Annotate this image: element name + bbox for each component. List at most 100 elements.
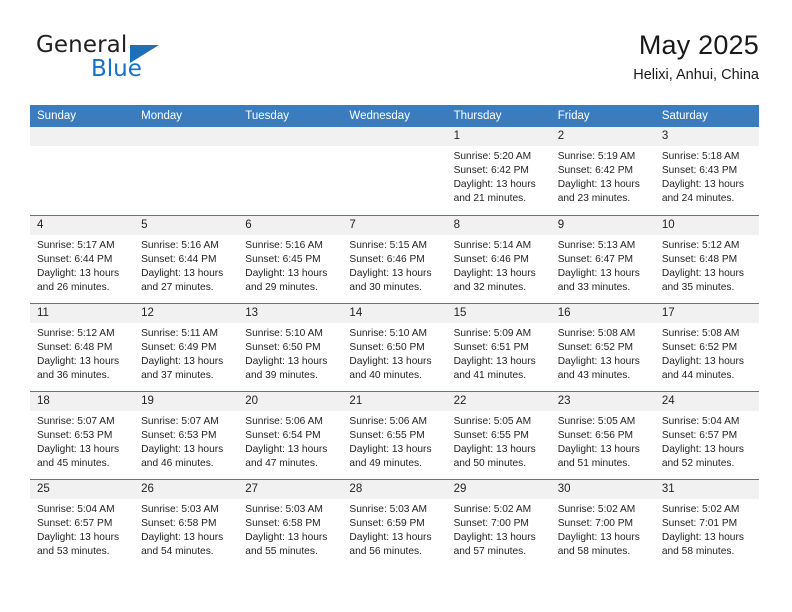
day-number: 2	[557, 130, 565, 142]
day-cell[interactable]: 5 Sunrise: 5:16 AM Sunset: 6:44 PM Daylight…	[134, 216, 239, 303]
daylight-duration-line2: and 32 minutes.	[453, 282, 527, 294]
sunrise-time: Sunrise: 5:02 AM	[453, 504, 532, 515]
day-cell[interactable]: 27 Sunrise: 5:03 AM Sunset: 6:58 PM Dayligh…	[238, 480, 343, 567]
day-cell[interactable]: 3 Sunrise: 5:18 AM Sunset: 6:43 PM Daylight…	[654, 127, 759, 215]
day-cell[interactable]: 21 Sunrise: 5:06 AM Sunset: 6:55 PM Dayligh…	[342, 392, 447, 479]
day-cell[interactable]: 11 Sunrise: 5:12 AM Sunset: 6:48 PM Dayligh…	[30, 304, 135, 391]
sunset-time: Sunset: 6:51 PM	[453, 342, 529, 354]
day-details: Sunrise: 5:03 AM Sunset: 6:59 PM Daylight:…	[342, 499, 446, 559]
daylight-duration-line2: and 36 minutes.	[37, 370, 110, 382]
weekday-header-sunday: Sunday	[37, 110, 77, 122]
day-cell[interactable]: 17 Sunrise: 5:08 AM Sunset: 6:52 PM Dayligh…	[654, 304, 759, 391]
day-cell[interactable]: 23 Sunrise: 5:05 AM Sunset: 6:56 PM Dayligh…	[550, 392, 655, 479]
day-number-band: 13	[238, 304, 343, 323]
day-cell[interactable]: 30 Sunrise: 5:02 AM Sunset: 7:00 PM Dayligh…	[550, 480, 655, 567]
sunset-time: Sunset: 6:58 PM	[141, 518, 217, 530]
day-number-band: 31	[654, 480, 759, 499]
daylight-duration-line1: Daylight: 13 hours	[661, 532, 744, 544]
day-number-band: 17	[654, 304, 759, 323]
brand-logo[interactable]: General Blue	[33, 32, 253, 92]
day-number-band: 19	[134, 392, 239, 411]
day-cell[interactable]: 15 Sunrise: 5:09 AM Sunset: 6:51 PM Dayligh…	[446, 304, 551, 391]
day-number: 25	[37, 483, 50, 495]
day-number: 12	[141, 307, 154, 319]
calendar-week-row: 25 Sunrise: 5:04 AM Sunset: 6:57 PM Dayligh…	[30, 479, 759, 567]
day-cell[interactable]: 9 Sunrise: 5:13 AM Sunset: 6:47 PM Daylight…	[550, 216, 655, 303]
day-details	[238, 146, 342, 150]
daylight-duration-line1: Daylight: 13 hours	[245, 356, 328, 368]
day-cell[interactable]: 31 Sunrise: 5:02 AM Sunset: 7:01 PM Dayligh…	[654, 480, 759, 567]
day-cell[interactable]: 22 Sunrise: 5:05 AM Sunset: 6:55 PM Dayligh…	[446, 392, 551, 479]
day-details: Sunrise: 5:05 AM Sunset: 6:55 PM Daylight:…	[447, 411, 551, 471]
day-cell[interactable]: 25 Sunrise: 5:04 AM Sunset: 6:57 PM Dayligh…	[30, 480, 135, 567]
daylight-duration-line1: Daylight: 13 hours	[141, 532, 224, 544]
daylight-duration-line2: and 41 minutes.	[453, 370, 527, 382]
sunrise-time: Sunrise: 5:17 AM	[37, 240, 115, 251]
day-number-band: 24	[654, 392, 759, 411]
day-number-band: 22	[446, 392, 551, 411]
sunrise-time: Sunrise: 5:02 AM	[661, 504, 740, 515]
day-details: Sunrise: 5:06 AM Sunset: 6:54 PM Daylight:…	[238, 411, 342, 471]
day-details	[30, 146, 134, 150]
sunrise-time: Sunrise: 5:07 AM	[141, 416, 219, 427]
day-details: Sunrise: 5:07 AM Sunset: 6:53 PM Daylight:…	[134, 411, 238, 471]
day-details: Sunrise: 5:03 AM Sunset: 6:58 PM Daylight:…	[134, 499, 238, 559]
day-cell[interactable]: 8 Sunrise: 5:14 AM Sunset: 6:46 PM Daylight…	[446, 216, 551, 303]
daylight-duration-line1: Daylight: 13 hours	[37, 532, 120, 544]
day-cell[interactable]: 26 Sunrise: 5:03 AM Sunset: 6:58 PM Dayligh…	[134, 480, 239, 567]
daylight-duration-line2: and 26 minutes.	[37, 282, 110, 294]
day-number: 20	[245, 395, 259, 407]
day-number: 11	[37, 307, 49, 319]
day-number-band: 1	[446, 127, 551, 146]
sunset-time: Sunset: 6:54 PM	[245, 430, 321, 442]
day-cell[interactable]: 20 Sunrise: 5:06 AM Sunset: 6:54 PM Dayligh…	[238, 392, 343, 479]
day-cell[interactable]: 18 Sunrise: 5:07 AM Sunset: 6:53 PM Dayligh…	[30, 392, 135, 479]
day-number: 6	[245, 219, 252, 231]
daylight-duration-line2: and 57 minutes.	[453, 546, 527, 558]
day-number-band: 23	[550, 392, 655, 411]
day-cell[interactable]: 2 Sunrise: 5:19 AM Sunset: 6:42 PM Daylight…	[550, 127, 655, 215]
day-number: 18	[37, 395, 50, 407]
sunrise-time: Sunrise: 5:12 AM	[661, 240, 740, 251]
day-details: Sunrise: 5:09 AM Sunset: 6:51 PM Daylight:…	[447, 323, 551, 383]
page-header: General Blue May 2025 Helixi, Anhui, Chi…	[33, 28, 759, 98]
day-number-band	[30, 127, 135, 146]
day-cell[interactable]: 14 Sunrise: 5:10 AM Sunset: 6:50 PM Dayligh…	[342, 304, 447, 391]
day-cell[interactable]: 6 Sunrise: 5:16 AM Sunset: 6:45 PM Daylight…	[238, 216, 343, 303]
sunrise-time: Sunrise: 5:11 AM	[141, 328, 218, 339]
day-cell[interactable]: 24 Sunrise: 5:04 AM Sunset: 6:57 PM Dayligh…	[654, 392, 759, 479]
day-number-band: 16	[550, 304, 655, 323]
day-cell[interactable]: 28 Sunrise: 5:03 AM Sunset: 6:59 PM Dayligh…	[342, 480, 447, 567]
daylight-duration-line1: Daylight: 13 hours	[557, 356, 640, 368]
sunrise-time: Sunrise: 5:05 AM	[557, 416, 636, 427]
day-cell[interactable]: 4 Sunrise: 5:17 AM Sunset: 6:44 PM Daylight…	[30, 216, 135, 303]
day-cell[interactable]: 13 Sunrise: 5:10 AM Sunset: 6:50 PM Dayligh…	[238, 304, 343, 391]
day-cell[interactable]: 16 Sunrise: 5:08 AM Sunset: 6:52 PM Dayligh…	[550, 304, 655, 391]
day-details: Sunrise: 5:15 AM Sunset: 6:46 PM Daylight:…	[342, 235, 446, 295]
day-number-band: 6	[238, 216, 343, 235]
daylight-duration-line1: Daylight: 13 hours	[661, 444, 744, 456]
sunset-time: Sunset: 6:42 PM	[453, 165, 529, 177]
sunset-time: Sunset: 6:59 PM	[349, 518, 425, 530]
day-number: 15	[453, 307, 467, 319]
day-cell[interactable]: 12 Sunrise: 5:11 AM Sunset: 6:49 PM Dayligh…	[134, 304, 239, 391]
daylight-duration-line2: and 56 minutes.	[349, 546, 422, 558]
weekday-header-saturday: Saturday	[661, 110, 708, 122]
day-number-band: 20	[238, 392, 343, 411]
weekday-header-tuesday: Tuesday	[245, 110, 289, 122]
calendar-weeks: 1 Sunrise: 5:20 AM Sunset: 6:42 PM Daylight…	[30, 127, 759, 567]
day-cell[interactable]: 7 Sunrise: 5:15 AM Sunset: 6:46 PM Daylight…	[342, 216, 447, 303]
sunrise-time: Sunrise: 5:19 AM	[557, 151, 636, 162]
daylight-duration-line2: and 58 minutes.	[661, 546, 735, 558]
sunrise-time: Sunrise: 5:12 AM	[37, 328, 115, 339]
sunrise-time: Sunrise: 5:20 AM	[453, 151, 532, 162]
day-cell[interactable]: 1 Sunrise: 5:20 AM Sunset: 6:42 PM Daylight…	[446, 127, 551, 215]
day-cell[interactable]: 10 Sunrise: 5:12 AM Sunset: 6:48 PM Dayligh…	[654, 216, 759, 303]
day-number-band: 12	[134, 304, 239, 323]
sunset-time: Sunset: 6:49 PM	[141, 342, 217, 354]
daylight-duration-line1: Daylight: 13 hours	[453, 268, 536, 280]
day-cell[interactable]: 29 Sunrise: 5:02 AM Sunset: 7:00 PM Dayligh…	[446, 480, 551, 567]
day-cell[interactable]: 19 Sunrise: 5:07 AM Sunset: 6:53 PM Dayligh…	[134, 392, 239, 479]
daylight-duration-line1: Daylight: 13 hours	[245, 444, 328, 456]
day-number: 31	[661, 483, 675, 495]
